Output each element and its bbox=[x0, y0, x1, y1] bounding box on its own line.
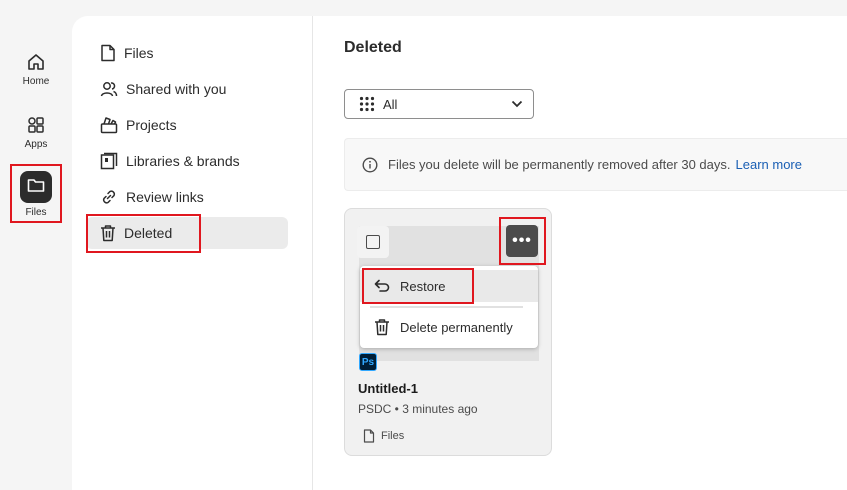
rail-item-files[interactable]: Files bbox=[0, 171, 72, 218]
page-title: Deleted bbox=[344, 39, 402, 56]
delete-permanently-label: Delete permanently bbox=[400, 319, 513, 335]
nav-item-projects[interactable]: Projects bbox=[86, 109, 288, 141]
home-icon bbox=[28, 54, 44, 70]
file-card[interactable]: ••• Restore Delete permanently Ps Untitl… bbox=[344, 208, 552, 456]
context-menu: Restore Delete permanently bbox=[360, 266, 538, 348]
file-name: Untitled-1 bbox=[358, 381, 418, 396]
more-options-button[interactable]: ••• bbox=[506, 225, 538, 257]
main-content: Deleted All Files you delete will be per… bbox=[312, 16, 847, 490]
photoshop-badge-icon: Ps bbox=[359, 353, 377, 371]
file-location: Files bbox=[363, 429, 404, 443]
undo-icon bbox=[374, 279, 390, 292]
trash-icon bbox=[375, 319, 389, 336]
people-icon bbox=[100, 82, 118, 97]
nav-item-shared[interactable]: Shared with you bbox=[86, 73, 288, 105]
file-meta: PSDC • 3 minutes ago bbox=[358, 402, 478, 416]
nav-label-libraries: Libraries & brands bbox=[126, 153, 240, 169]
notice-text: Files you delete will be permanently rem… bbox=[388, 157, 731, 172]
file-icon bbox=[101, 44, 115, 62]
rail-label-apps: Apps bbox=[24, 139, 48, 150]
rail-label-files: Files bbox=[25, 207, 47, 218]
folder-icon bbox=[20, 171, 52, 203]
rail-label-home: Home bbox=[22, 76, 50, 87]
nav-item-deleted[interactable]: Deleted bbox=[86, 217, 288, 249]
filter-value: All bbox=[383, 96, 398, 112]
nav-item-review-links[interactable]: Review links bbox=[86, 181, 288, 213]
select-checkbox[interactable] bbox=[357, 226, 389, 258]
menu-divider bbox=[370, 306, 523, 308]
nav-item-libraries[interactable]: Libraries & brands bbox=[86, 145, 288, 177]
content-panel: Files Shared with you Projects Libraries… bbox=[72, 16, 847, 490]
info-icon bbox=[362, 156, 378, 173]
grid-icon bbox=[359, 96, 375, 112]
apps-icon bbox=[28, 117, 44, 133]
link-icon bbox=[102, 190, 116, 204]
rail-item-home[interactable]: Home bbox=[0, 52, 72, 87]
chevron-down-icon bbox=[511, 100, 523, 108]
nav-item-files[interactable]: Files bbox=[86, 37, 288, 69]
files-nav: Files Shared with you Projects Libraries… bbox=[72, 16, 313, 490]
library-icon bbox=[100, 152, 118, 170]
retention-notice: Files you delete will be permanently rem… bbox=[344, 138, 847, 191]
nav-label-projects: Projects bbox=[126, 117, 177, 133]
restore-label: Restore bbox=[400, 278, 446, 294]
app-rail: Home Apps Files bbox=[0, 0, 72, 490]
type-filter-dropdown[interactable]: All bbox=[344, 89, 534, 119]
file-icon bbox=[363, 429, 375, 443]
nav-label-files: Files bbox=[124, 45, 154, 61]
learn-more-link[interactable]: Learn more bbox=[736, 157, 802, 172]
delete-permanently-menu-item[interactable]: Delete permanently bbox=[360, 311, 538, 343]
projects-icon bbox=[100, 117, 118, 134]
rail-item-apps[interactable]: Apps bbox=[0, 115, 72, 150]
trash-icon bbox=[101, 225, 115, 242]
nav-label-deleted: Deleted bbox=[124, 225, 173, 241]
nav-label-shared: Shared with you bbox=[126, 81, 227, 97]
restore-menu-item[interactable]: Restore bbox=[360, 270, 538, 302]
file-location-label: Files bbox=[381, 430, 405, 442]
nav-label-review-links: Review links bbox=[126, 189, 204, 205]
